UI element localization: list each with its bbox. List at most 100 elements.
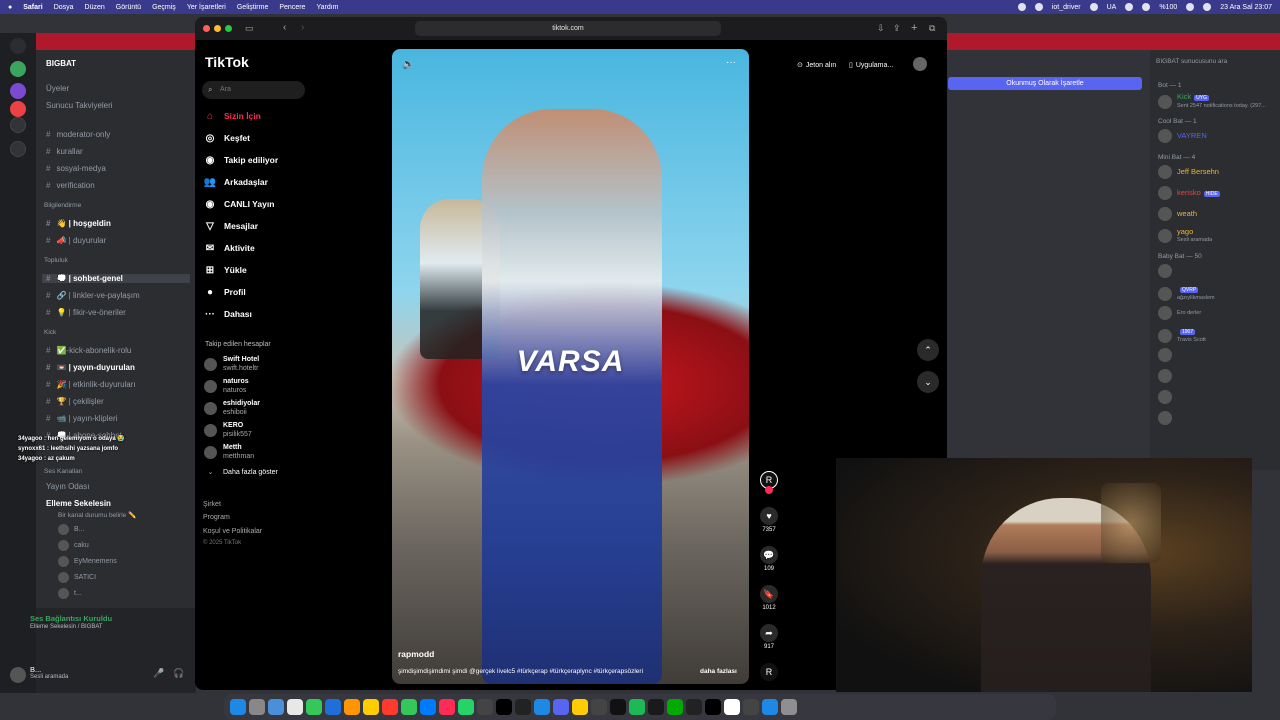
follow-plus-icon[interactable] — [765, 486, 773, 494]
channel-item[interactable]: # 📹 | yayın-klipleri — [46, 414, 117, 423]
dock-app-icon[interactable] — [382, 699, 398, 715]
member-item[interactable]: kerisko HIDE — [1158, 186, 1220, 200]
voice-channel[interactable]: Yayın Odası — [46, 482, 89, 491]
search-input[interactable]: Ara — [202, 81, 305, 99]
more-link[interactable]: daha fazlası — [700, 668, 737, 675]
video-author[interactable]: rapmodd — [398, 649, 434, 659]
followed-account[interactable]: KERO pisilik557 — [204, 421, 252, 439]
nav-item[interactable]: ✉ Aktivite — [204, 242, 255, 254]
search-input[interactable]: BIGBAT sunucusunu ara — [1156, 58, 1227, 65]
channel-item[interactable]: # 📼 | yayın-duyurulan — [46, 363, 135, 372]
member-item[interactable] — [1158, 264, 1177, 278]
battery-percent[interactable]: %100 — [1159, 4, 1177, 11]
mic-icon[interactable]: 🎤 — [153, 668, 164, 679]
close-window-icon[interactable] — [203, 25, 210, 32]
member-item[interactable]: yago Sesli aramada — [1158, 228, 1212, 244]
channel-item[interactable]: # 💡 | fikir-ve-öneriler — [46, 308, 126, 317]
dock-app-icon[interactable] — [306, 699, 322, 715]
channel-item[interactable]: # kurallar — [46, 147, 83, 156]
followed-account[interactable]: naturos naturos — [204, 377, 249, 395]
member-item[interactable] — [1158, 348, 1177, 362]
dock-app-icon[interactable] — [230, 699, 246, 715]
channel-item[interactable]: # verification — [46, 181, 95, 190]
member-item[interactable] — [1158, 390, 1177, 404]
voice-user[interactable]: EyMenemens — [58, 556, 117, 567]
previous-video-button[interactable]: ⌃ — [917, 339, 939, 361]
dock-app-icon[interactable] — [610, 699, 626, 715]
dock-app-icon[interactable] — [667, 699, 683, 715]
server-icon[interactable] — [10, 83, 26, 99]
dock-app-icon[interactable] — [363, 699, 379, 715]
tiktok-logo[interactable]: TikTok — [205, 54, 249, 70]
nav-item[interactable]: ◉ CANLI Yayın — [204, 198, 275, 210]
server-name[interactable]: BIGBAT — [46, 59, 76, 68]
voice-user[interactable]: caku — [58, 540, 89, 551]
dock-app-icon[interactable] — [496, 699, 512, 715]
iot-driver-label[interactable]: iot_driver — [1052, 4, 1081, 11]
member-item[interactable]: 1907 Travis Scott — [1158, 327, 1206, 344]
voice-user[interactable]: t... — [58, 588, 82, 599]
connection-status[interactable]: Ses Bağlantısı Kuruldu — [30, 614, 112, 623]
voice-channel-active[interactable]: Elleme Sekelesin — [46, 499, 111, 508]
category-voice[interactable]: Ses Kanalları — [44, 468, 83, 475]
avatar[interactable] — [10, 667, 26, 683]
channel-item[interactable]: # 🏆 | çekilişler — [46, 397, 104, 406]
zoom-window-icon[interactable] — [225, 25, 232, 32]
server-icon[interactable] — [10, 101, 26, 117]
add-server-icon[interactable] — [10, 117, 26, 133]
followed-account[interactable]: Metth metthman — [204, 443, 254, 461]
menu-gelistirme[interactable]: Geliştirme — [237, 4, 269, 11]
menu-gecmis[interactable]: Geçmiş — [152, 4, 176, 11]
dock-app-icon[interactable] — [762, 699, 778, 715]
member-item[interactable] — [1158, 411, 1177, 425]
dock-app-icon[interactable] — [781, 699, 797, 715]
volume-icon[interactable] — [1125, 3, 1134, 11]
nav-item[interactable]: ● Profil — [204, 286, 246, 298]
forward-icon[interactable]: › — [301, 22, 304, 33]
dock-app-icon[interactable] — [458, 699, 474, 715]
search-spotlight-icon[interactable] — [1203, 3, 1212, 11]
dock-app-icon[interactable] — [648, 699, 664, 715]
channel-item[interactable]: # 🎉 | etkinlik-duyuruları — [46, 380, 136, 389]
profile-avatar[interactable] — [913, 57, 927, 71]
action-button[interactable]: ♥ 7357 — [760, 507, 778, 533]
address-bar[interactable]: tiktok.com — [415, 21, 721, 36]
channel-item[interactable]: # 👋 | hoşgeldin — [46, 219, 111, 228]
dock-app-icon[interactable] — [686, 699, 702, 715]
footer-link[interactable]: Koşul ve Politikalar — [203, 528, 262, 535]
server-icon[interactable] — [10, 61, 26, 77]
nav-item[interactable]: ··· Dahası — [204, 308, 252, 320]
dock-app-icon[interactable] — [724, 699, 740, 715]
dock-app-icon[interactable] — [420, 699, 436, 715]
channel-item[interactable]: # moderator-only — [46, 130, 110, 139]
followed-account[interactable]: Swift Hotel swift.hoteltr — [204, 355, 259, 373]
voice-user[interactable]: SATICI — [58, 572, 96, 583]
explore-icon[interactable] — [10, 141, 26, 157]
status-icon[interactable] — [1034, 3, 1043, 11]
member-item[interactable] — [1158, 369, 1177, 383]
category-header[interactable]: Kick — [44, 329, 56, 336]
dock-app-icon[interactable] — [477, 699, 493, 715]
download-icon[interactable]: ⇩ — [877, 23, 885, 34]
get-coins-button[interactable]: ⊙ Jeton alın — [797, 57, 836, 73]
dock-app-icon[interactable] — [249, 699, 265, 715]
wifi-icon[interactable] — [1186, 3, 1195, 11]
channel-item[interactable]: # 💭 | sohbet-genel — [42, 274, 190, 283]
tabs-overview-icon[interactable]: ⧉ — [929, 23, 935, 34]
sound-disc[interactable]: R — [760, 663, 778, 683]
member-item[interactable]: weath — [1158, 207, 1197, 221]
next-video-button[interactable]: ⌄ — [917, 371, 939, 393]
dock-app-icon[interactable] — [515, 699, 531, 715]
dock-app-icon[interactable] — [591, 699, 607, 715]
member-item[interactable]: Jeff Bersehn — [1158, 165, 1219, 179]
sidebar-icon[interactable]: ▭ — [245, 23, 254, 34]
channel-item[interactable]: # 🔗 | linkler-ve-paylaşım — [46, 291, 140, 300]
category-header[interactable]: Bilgilendirme — [44, 202, 81, 209]
footer-link[interactable]: Program — [203, 514, 230, 521]
dock-app-icon[interactable] — [553, 699, 569, 715]
action-button[interactable]: ➦ 917 — [760, 624, 778, 650]
keyboard-layout[interactable]: UA — [1107, 4, 1117, 11]
get-app-button[interactable]: ▯ Uygulama... — [849, 57, 893, 73]
menu-yardim[interactable]: Yardım — [316, 4, 338, 11]
dock-app-icon[interactable] — [401, 699, 417, 715]
